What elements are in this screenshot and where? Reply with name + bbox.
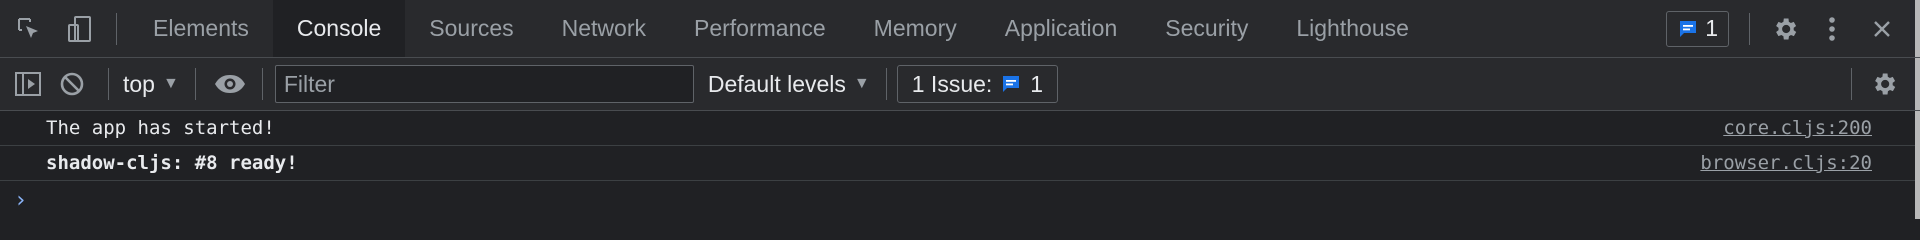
- message-icon: [1680, 20, 1697, 37]
- context-selector-value: top: [123, 70, 155, 97]
- log-levels-dropdown[interactable]: Default levels ▼: [708, 71, 870, 98]
- caret-down-icon: ▼: [162, 75, 179, 92]
- tab-sources[interactable]: Sources: [405, 0, 537, 57]
- console-message-text: shadow-cljs: #8 ready!: [46, 152, 298, 174]
- eye-icon[interactable]: [212, 58, 248, 110]
- close-icon[interactable]: [1860, 0, 1904, 57]
- console-settings-icon[interactable]: [1864, 58, 1904, 110]
- settings-icon[interactable]: [1766, 0, 1804, 57]
- window-edge: [1915, 0, 1920, 57]
- console-message-source-link[interactable]: core.cljs:200: [1723, 117, 1872, 139]
- console-message: The app has started! core.cljs:200: [0, 111, 1920, 146]
- log-levels-value: Default levels: [707, 70, 846, 97]
- divider: [108, 68, 109, 100]
- window-edge: [1915, 58, 1920, 110]
- devtools-tab-bar: Elements Console Sources Network Performance…: [0, 0, 1920, 58]
- issues-button[interactable]: 1 Issue: 1: [896, 65, 1059, 103]
- console-message-source-link[interactable]: browser.cljs:20: [1700, 152, 1872, 174]
- issues-counter-value: 1: [1705, 15, 1718, 41]
- tab-network[interactable]: Network: [538, 0, 670, 57]
- divider: [1749, 12, 1750, 45]
- console-message: shadow-cljs: #8 ready! browser.cljs:20: [0, 146, 1920, 181]
- tab-performance[interactable]: Performance: [670, 0, 850, 57]
- issues-counter-button[interactable]: 1: [1666, 10, 1729, 47]
- inspect-element-icon[interactable]: [0, 0, 58, 57]
- prompt-chevron-icon: ›: [14, 187, 28, 213]
- divider: [885, 68, 887, 100]
- issues-label: 1 Issue:: [911, 70, 993, 97]
- tab-memory[interactable]: Memory: [850, 0, 981, 57]
- window-edge: [1915, 111, 1920, 219]
- clear-console-icon[interactable]: [56, 58, 88, 110]
- panel-tabs: Elements Console Sources Network Performance…: [129, 0, 1433, 57]
- more-vertical-icon[interactable]: [1804, 0, 1860, 57]
- console-message-text: The app has started!: [46, 117, 275, 139]
- device-toolbar-icon[interactable]: [58, 0, 102, 57]
- tab-elements[interactable]: Elements: [129, 0, 273, 57]
- tab-console[interactable]: Console: [272, 0, 406, 57]
- console-prompt[interactable]: ›: [0, 181, 1920, 219]
- tab-lighthouse[interactable]: Lighthouse: [1272, 0, 1433, 57]
- divider: [261, 68, 263, 100]
- message-icon: [1003, 76, 1020, 92]
- filter-input[interactable]: [274, 65, 694, 103]
- issues-count: 1: [1030, 70, 1044, 97]
- divider: [1851, 68, 1852, 100]
- context-selector[interactable]: top ▼: [123, 71, 179, 98]
- sidebar-toggle-icon[interactable]: [0, 58, 56, 110]
- console-output: The app has started! core.cljs:200 shado…: [0, 111, 1920, 219]
- caret-down-icon: ▼: [853, 75, 870, 92]
- tab-security[interactable]: Security: [1141, 0, 1272, 57]
- divider: [116, 12, 117, 45]
- console-toolbar: top ▼ Default levels ▼ 1 Issue: 1: [0, 58, 1920, 111]
- tab-application[interactable]: Application: [981, 0, 1142, 57]
- divider: [194, 68, 196, 100]
